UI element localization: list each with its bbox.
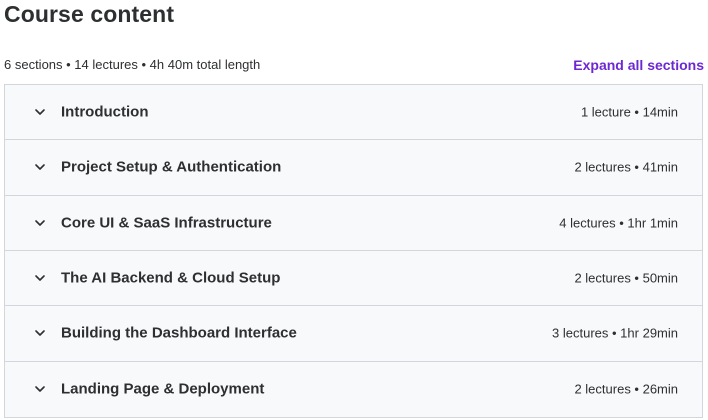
chevron-down-icon [33,382,47,396]
section-title: Introduction [61,103,149,121]
chevron-down-icon [33,216,47,230]
chevron-down-icon [33,105,47,119]
course-summary: 6 sections • 14 lectures • 4h 40m total … [4,57,261,72]
chevron-down-icon [33,271,47,285]
section-title: Building the Dashboard Interface [61,324,297,342]
page-title: Course content [4,1,175,27]
chevron-down-icon [33,326,47,340]
section-header-project-setup[interactable]: Project Setup & Authentication 2 lecture… [5,140,702,196]
section-title: Core UI & SaaS Infrastructure [61,214,272,232]
section-header-ai-backend[interactable]: The AI Backend & Cloud Setup 2 lectures … [5,250,702,307]
course-summary-row: 6 sections • 14 lectures • 4h 40m total … [4,57,704,75]
section-title: Landing Page & Deployment [61,380,265,398]
section-header-landing-page[interactable]: Landing Page & Deployment 2 lectures • 2… [5,361,702,417]
section-meta: 2 lectures • 50min [574,270,678,286]
section-meta: 3 lectures • 1hr 29min [552,325,678,341]
chevron-down-icon [33,160,47,174]
course-content-panel: Course content 6 sections • 14 lectures … [0,0,708,420]
section-meta: 4 lectures • 1hr 1min [559,215,678,231]
section-meta: 2 lectures • 26min [574,381,678,397]
section-header-introduction[interactable]: Introduction 1 lecture • 14min [5,85,702,141]
section-meta: 2 lectures • 41min [574,159,678,175]
section-list: Introduction 1 lecture • 14min Project S… [4,84,703,418]
section-header-core-ui[interactable]: Core UI & SaaS Infrastructure 4 lectures… [5,195,702,251]
section-title: Project Setup & Authentication [61,158,282,176]
expand-all-button[interactable]: Expand all sections [573,57,704,73]
section-header-dashboard[interactable]: Building the Dashboard Interface 3 lectu… [5,306,702,362]
section-title: The AI Backend & Cloud Setup [61,269,281,287]
section-meta: 1 lecture • 14min [580,104,678,120]
